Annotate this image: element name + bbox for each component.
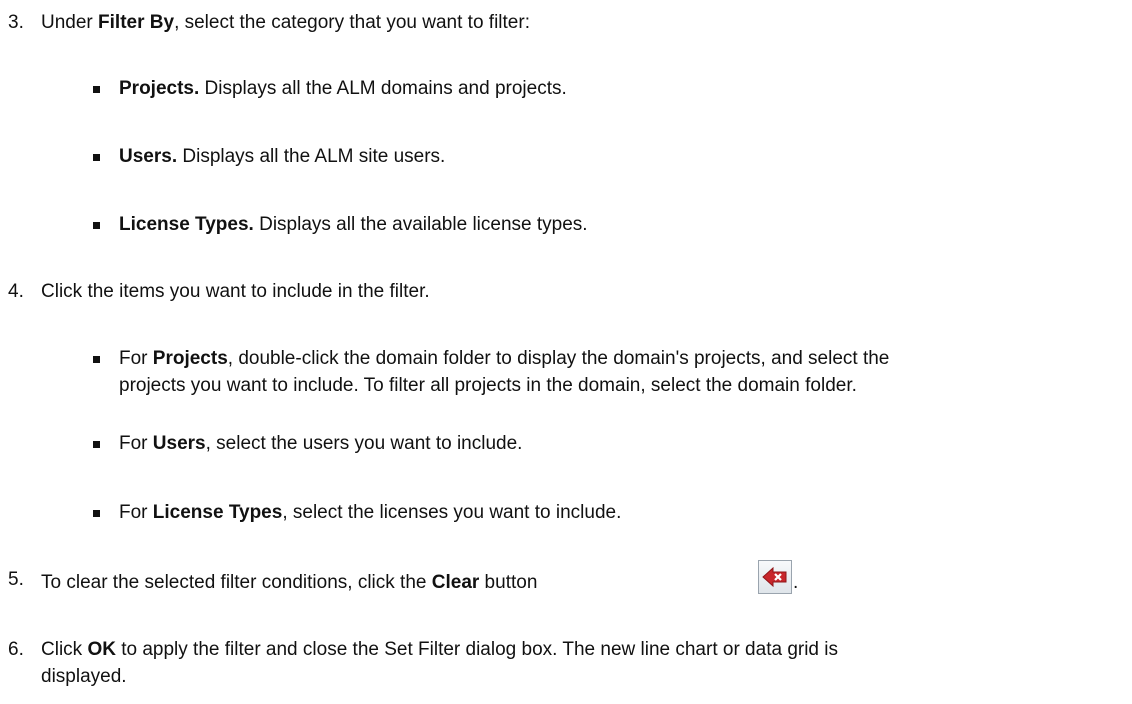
step-number: 6. [8, 639, 24, 660]
bullet-icon [93, 441, 100, 448]
bullet-for-projects-line1: For Projects, double-click the domain fo… [119, 348, 890, 369]
bullet-license-types: License Types. Displays all the availabl… [119, 214, 588, 235]
step-6-line1: Click OK to apply the filter and close t… [41, 639, 838, 660]
step-number: 5. [8, 569, 24, 590]
bullet-for-license-types: For License Types, select the licenses y… [119, 502, 622, 523]
bullet-icon [93, 154, 100, 161]
bullet-icon [93, 356, 100, 363]
clear-filter-icon [758, 560, 792, 594]
bullet-icon [93, 86, 100, 93]
step-4-text: Click the items you want to include in t… [41, 281, 430, 302]
bullet-users: Users. Displays all the ALM site users. [119, 146, 446, 167]
clear-arrow-icon [762, 566, 787, 588]
bullet-for-projects-line2: projects you want to include. To filter … [119, 375, 857, 396]
bullet-icon [93, 222, 100, 229]
step-number: 3. [8, 12, 24, 33]
bullet-projects: Projects. Displays all the ALM domains a… [119, 78, 567, 99]
bullet-icon [93, 510, 100, 517]
step-5-period: . [793, 572, 799, 593]
step-3-text: Under Filter By, select the category tha… [41, 12, 530, 33]
step-5-text: To clear the selected filter conditions,… [41, 572, 538, 593]
bullet-for-users: For Users, select the users you want to … [119, 433, 523, 454]
step-6-line2: displayed. [41, 666, 127, 687]
step-number: 4. [8, 281, 24, 302]
